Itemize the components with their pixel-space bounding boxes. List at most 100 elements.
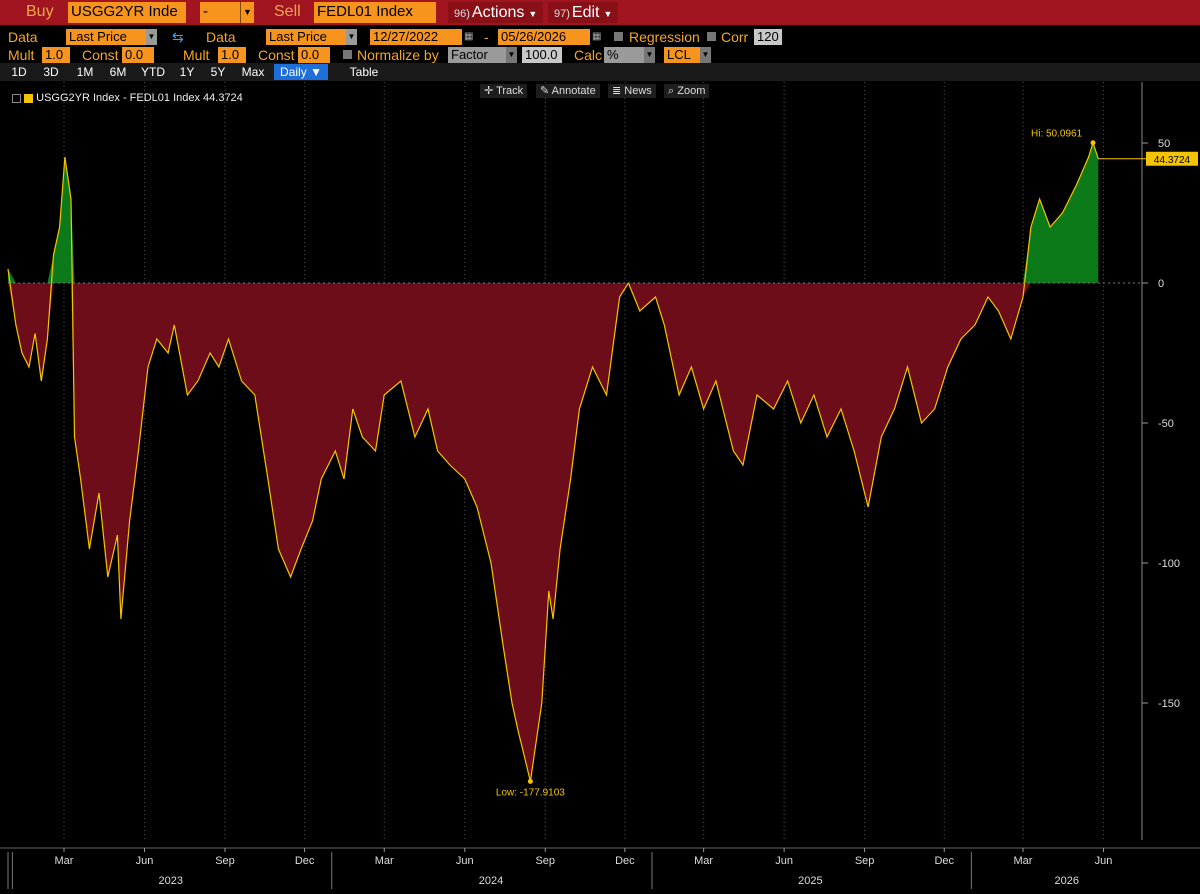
normalize-value-input[interactable]: 100.0 bbox=[522, 47, 562, 63]
edit-menu[interactable]: 97) Edit ▼ bbox=[548, 2, 619, 23]
x-year-label: 2025 bbox=[798, 875, 822, 887]
normalize-settings-row: Mult 1.0 Const 0.0 Mult 1.0 Const 0.0 No… bbox=[0, 46, 1200, 64]
mult2-input[interactable]: 1.0 bbox=[218, 47, 246, 63]
annotate-tool[interactable]: ✎ Annotate bbox=[536, 84, 600, 98]
const2-input[interactable]: 0.0 bbox=[298, 47, 330, 63]
tab-6m[interactable]: 6M bbox=[104, 64, 132, 80]
high-point bbox=[1090, 140, 1096, 146]
sell-security-input[interactable]: FEDL01 Index bbox=[314, 2, 436, 23]
regression-checkbox[interactable] bbox=[614, 32, 623, 41]
data2-select[interactable]: Last Price bbox=[266, 29, 346, 45]
actions-menu-number: 96) bbox=[454, 8, 470, 20]
chart-legend[interactable]: USGG2YR Index - FEDL01 Index 44.3724 bbox=[12, 92, 243, 104]
top-toolbar: Buy USGG2YR Inde - ▼ Sell FEDL01 Index 9… bbox=[0, 0, 1200, 25]
x-year-label: 2024 bbox=[479, 875, 503, 887]
track-tool[interactable]: ✛ Track bbox=[480, 84, 528, 98]
x-tick-label: Mar bbox=[375, 855, 394, 867]
chevron-down-icon[interactable]: ▼ bbox=[346, 29, 357, 45]
normalize-checkbox[interactable] bbox=[343, 50, 352, 59]
tab-5y[interactable]: 5Y bbox=[205, 64, 231, 80]
const2-label: Const bbox=[258, 47, 295, 63]
const1-input[interactable]: 0.0 bbox=[122, 47, 154, 63]
chevron-down-icon[interactable]: ▼ bbox=[506, 47, 517, 63]
tab-1m[interactable]: 1M bbox=[72, 64, 98, 80]
chevron-down-icon[interactable]: ▼ bbox=[146, 29, 157, 45]
x-tick-label: Dec bbox=[934, 855, 954, 867]
mult1-label: Mult bbox=[8, 47, 35, 63]
low-label: Low: -177.9103 bbox=[496, 787, 565, 798]
tab-1d[interactable]: 1D bbox=[6, 64, 32, 80]
y-tick-label: -50 bbox=[1158, 418, 1174, 430]
chevron-down-icon[interactable]: ▼ bbox=[644, 47, 655, 63]
x-tick-label: Sep bbox=[855, 855, 875, 867]
x-tick-label: Jun bbox=[136, 855, 154, 867]
x-tick-label: Sep bbox=[535, 855, 555, 867]
positive-area bbox=[8, 142, 1099, 283]
annotate-label: Annotate bbox=[551, 85, 596, 97]
tab-1y[interactable]: 1Y bbox=[174, 64, 200, 80]
zoom-tool[interactable]: ⌕ Zoom bbox=[664, 84, 710, 98]
buy-side-select[interactable]: - bbox=[200, 2, 240, 23]
x-tick-label: Mar bbox=[1014, 855, 1033, 867]
x-tick-label: Jun bbox=[1095, 855, 1113, 867]
date-separator: - bbox=[484, 29, 489, 45]
buy-label: Buy bbox=[26, 3, 54, 20]
x-tick-label: Jun bbox=[775, 855, 793, 867]
actions-menu-label: Actions bbox=[471, 4, 525, 21]
caret-down-icon: ▼ bbox=[310, 65, 322, 79]
sell-label: Sell bbox=[274, 3, 301, 20]
tab-ytd[interactable]: YTD bbox=[138, 64, 168, 80]
data1-select[interactable]: Last Price bbox=[66, 29, 146, 45]
corr-window-input[interactable]: 120 bbox=[754, 29, 782, 45]
pencil-icon: ✎ bbox=[540, 85, 550, 97]
corr-checkbox[interactable] bbox=[707, 32, 716, 41]
calc-select[interactable]: % bbox=[604, 47, 644, 63]
calendar-icon[interactable]: ▦ bbox=[464, 28, 473, 46]
x-tick-label: Dec bbox=[295, 855, 315, 867]
normalize-method-select[interactable]: Factor bbox=[448, 47, 506, 63]
mult2-label: Mult bbox=[183, 47, 210, 63]
x-tick-label: Mar bbox=[55, 855, 74, 867]
x-year-label: 2023 bbox=[159, 875, 183, 887]
frequency-label: Daily bbox=[280, 65, 307, 79]
negative-area bbox=[8, 283, 1099, 782]
edit-menu-number: 97) bbox=[554, 8, 570, 20]
y-tick-label: 0 bbox=[1158, 278, 1164, 290]
crosshair-icon: ✛ bbox=[484, 85, 494, 97]
legend-toggle[interactable] bbox=[12, 93, 21, 103]
start-date-input[interactable]: 12/27/2022 bbox=[370, 29, 462, 45]
tab-3d[interactable]: 3D bbox=[38, 64, 64, 80]
frequency-select[interactable]: Daily ▼ bbox=[274, 64, 328, 80]
x-tick-label: Jun bbox=[456, 855, 474, 867]
spread-chart[interactable]: 50 0 -50 -100 -150 Mar Jun Sep Dec Mar Jun Sep Dec Ma… bbox=[0, 82, 1200, 889]
magnifier-icon: ⌕ bbox=[668, 85, 675, 97]
swap-arrows-icon[interactable]: ⇆ bbox=[172, 28, 184, 46]
y-tick-label: -100 bbox=[1158, 558, 1180, 570]
high-label: Hi: 50.0961 bbox=[1031, 129, 1083, 140]
zoom-label: Zoom bbox=[677, 85, 706, 97]
data2-label: Data bbox=[206, 29, 236, 45]
buy-security-input[interactable]: USGG2YR Inde bbox=[68, 2, 186, 23]
legend-text: USGG2YR Index - FEDL01 Index 44.3724 bbox=[36, 92, 243, 104]
track-label: Track bbox=[496, 85, 524, 97]
tab-max[interactable]: Max bbox=[237, 64, 269, 80]
range-tab-bar: 1D 3D 1M 6M YTD 1Y 5Y Max Daily ▼ Table bbox=[0, 63, 1200, 81]
actions-menu[interactable]: 96) Actions ▼ bbox=[448, 2, 544, 23]
chevron-down-icon[interactable]: ▼ bbox=[240, 2, 254, 23]
x-year-label: 2026 bbox=[1055, 875, 1079, 887]
calc-label: Calc bbox=[574, 47, 603, 63]
chevron-down-icon[interactable]: ▼ bbox=[700, 47, 711, 63]
corr-label: Corr bbox=[721, 29, 749, 45]
mult1-input[interactable]: 1.0 bbox=[42, 47, 70, 63]
legend-swatch bbox=[24, 93, 34, 103]
x-tick-label: Sep bbox=[215, 855, 235, 867]
table-button[interactable]: Table bbox=[340, 64, 388, 80]
x-tick-label: Dec bbox=[615, 855, 635, 867]
low-point bbox=[527, 778, 533, 784]
data-settings-row: Data Last Price ▼ ⇆ Data Last Price ▼ 12… bbox=[0, 28, 1200, 46]
currency-select[interactable]: LCL bbox=[664, 47, 700, 63]
end-date-input[interactable]: 05/26/2026 bbox=[498, 29, 590, 45]
calendar-icon[interactable]: ▦ bbox=[592, 28, 601, 46]
chart-area[interactable]: 50 0 -50 -100 -150 Mar Jun Sep Dec Mar Jun Sep Dec Ma… bbox=[0, 82, 1200, 889]
news-tool[interactable]: ≣ News bbox=[608, 84, 656, 98]
